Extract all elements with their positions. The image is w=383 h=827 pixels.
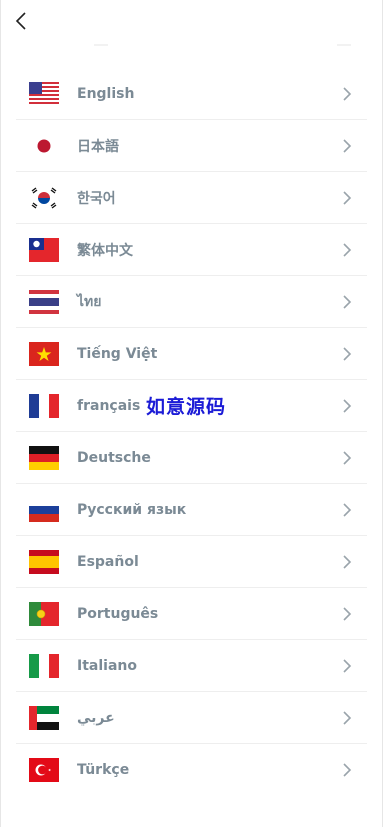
back-button[interactable] [8,8,34,34]
kr-flag-icon [29,185,59,210]
chevron-right-icon [343,658,352,673]
chevron-right-icon [343,190,352,205]
language-label: Português [77,605,159,622]
language-item-portuguese[interactable]: Português [16,588,367,640]
chevron-right-icon [343,86,352,101]
watermark-text: 如意源码 [146,396,227,418]
chevron-right-icon [343,710,352,725]
chevron-right-icon [343,606,352,621]
us-flag-icon [29,81,59,106]
language-item-russian[interactable]: Русский язык [16,484,367,536]
tw-flag-icon [29,237,59,262]
language-item-vietnamese[interactable]: Tiếng Việt [16,328,367,380]
chevron-right-icon [343,138,352,153]
it-flag-icon [29,653,59,678]
chevron-right-icon [343,502,352,517]
language-label: ไทย [77,293,102,310]
language-label: Italiano [77,657,137,674]
left-frame-line [0,0,1,827]
language-label: Tiếng Việt [77,345,158,362]
language-label: 한국어 [77,190,116,207]
language-item-japanese[interactable]: 日本語 [16,120,367,172]
language-item-korean[interactable]: 한국어 [16,172,367,224]
chevron-left-icon [15,12,26,30]
language-label: 日本語 [77,138,119,155]
language-item-arabic[interactable]: عربي [16,692,367,744]
language-item-german[interactable]: Deutsche [16,432,367,484]
chevron-right-icon [343,346,352,361]
language-item-thai[interactable]: ไทย [16,276,367,328]
chevron-right-icon [343,242,352,257]
chevron-right-icon [343,450,352,465]
language-label: عربي [77,709,115,726]
language-item-traditional-chinese[interactable]: 繁体中文 [16,224,367,276]
language-label: Deutsche [77,449,151,466]
vn-flag-icon [29,341,59,366]
jp-flag-icon [29,133,59,158]
pt-flag-icon [29,601,59,626]
language-label: English [77,85,135,102]
tr-flag-icon [29,757,59,782]
language-item-italian[interactable]: Italiano [16,640,367,692]
language-item-english[interactable]: English [16,68,367,120]
language-list: English 日本語 한국어 繁体中文 ไทย Tiếng Việt fran… [16,68,367,795]
ae-flag-icon [29,705,59,730]
language-item-spanish[interactable]: Español [16,536,367,588]
ru-flag-icon [29,497,59,522]
language-item-turkish[interactable]: Türkçe [16,744,367,795]
language-label: Türkçe [77,761,130,778]
chevron-right-icon [343,294,352,309]
language-label: Español [77,553,139,570]
chevron-right-icon [343,762,352,777]
es-flag-icon [29,549,59,574]
fr-flag-icon [29,393,59,418]
language-label: Русский язык [77,501,187,518]
chevron-right-icon [343,554,352,569]
language-label: 繁体中文 [77,242,133,259]
th-flag-icon [29,289,59,314]
scroll-fade-hint [0,38,383,48]
chevron-right-icon [343,398,352,413]
de-flag-icon [29,445,59,470]
